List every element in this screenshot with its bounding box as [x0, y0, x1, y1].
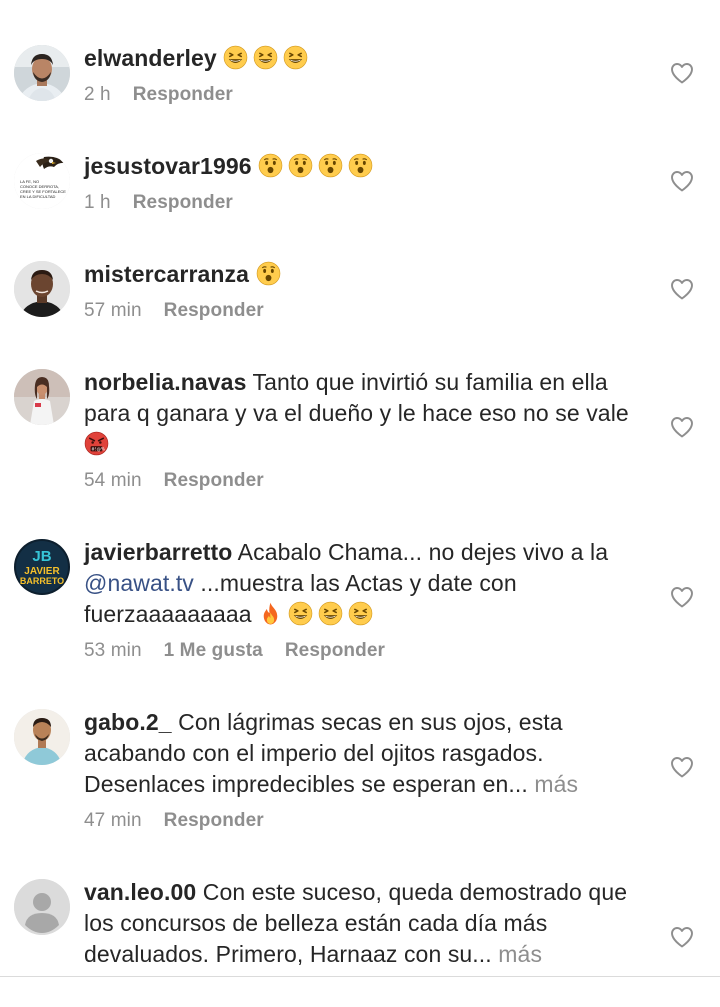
bottom-divider	[0, 976, 720, 977]
emoji-group: #!@%	[84, 431, 114, 457]
grinning-squint-face-icon	[253, 45, 278, 70]
like-heart-icon[interactable]	[670, 756, 694, 778]
hushed-face-icon	[348, 153, 373, 178]
reply-button[interactable]: Responder	[164, 809, 264, 833]
comment-body: norbelia.navas Tanto que invirtió su fam…	[84, 367, 652, 493]
comment-meta: 2 h Responder	[84, 83, 652, 107]
more-link[interactable]: más	[498, 941, 542, 967]
reply-button[interactable]: Responder	[133, 191, 233, 215]
comment-time[interactable]: 2 h	[84, 83, 111, 107]
comment-username[interactable]: mistercarranza	[84, 261, 249, 287]
more-link[interactable]: más	[534, 771, 578, 797]
likes-count[interactable]: 1 Me gusta	[164, 639, 263, 663]
avatar[interactable]	[14, 45, 70, 101]
emoji-group	[223, 45, 313, 71]
comment-text: javierbarretto Acabalo Chama... no dejes…	[84, 537, 652, 630]
comment-content: Acabalo Chama... no dejes vivo a la	[237, 539, 609, 565]
comment-time[interactable]: 1 h	[84, 191, 111, 215]
comment-username[interactable]: norbelia.navas	[84, 369, 246, 395]
avatar[interactable]	[14, 369, 70, 425]
svg-text:#!@%: #!@%	[91, 446, 105, 451]
hushed-face-icon	[288, 153, 313, 178]
comment-time[interactable]: 54 min	[84, 469, 142, 493]
comment-meta: 1 h Responder	[84, 191, 652, 215]
grinning-squint-face-icon	[288, 601, 313, 626]
avatar-text: EN LA DIFICULTAD	[20, 194, 56, 199]
reply-button[interactable]: Responder	[164, 299, 264, 323]
like-heart-icon[interactable]	[670, 926, 694, 948]
avatar[interactable]	[14, 879, 70, 935]
like-heart-icon[interactable]	[670, 586, 694, 608]
comment-time[interactable]: 57 min	[84, 299, 142, 323]
comment-body: elwanderley 2 h Responder	[84, 43, 652, 107]
reply-button[interactable]: Responder	[133, 83, 233, 107]
comment-text: van.leo.00 Con este suceso, queda demost…	[84, 877, 652, 970]
comment-meta: 54 min Responder	[84, 469, 652, 493]
cursing-face-icon: #!@%	[84, 431, 109, 456]
avatar[interactable]: JB JAVIER BARRETO	[14, 539, 70, 595]
comment-body: gabo.2_ Con lágrimas secas en sus ojos, …	[84, 707, 652, 833]
like-heart-icon[interactable]	[670, 170, 694, 192]
comment-meta: 57 min Responder	[84, 299, 652, 323]
comment-meta: 47 min Responder	[84, 809, 652, 833]
mention-link[interactable]: @nawat.tv	[84, 570, 194, 596]
comment-text: mistercarranza	[84, 259, 652, 290]
comment-meta: 53 min 1 Me gusta Responder	[84, 639, 652, 663]
like-heart-icon[interactable]	[670, 416, 694, 438]
comment-username[interactable]: jesustovar1996	[84, 153, 252, 179]
grinning-squint-face-icon	[348, 601, 373, 626]
avatar[interactable]: LA FE, NO CONOCE DERROTA, CREE Y SE FORT…	[14, 153, 70, 209]
reply-button[interactable]: Responder	[164, 469, 264, 493]
emoji-group	[258, 153, 378, 179]
avatar-text: BARRETO	[20, 576, 64, 586]
comment-text: jesustovar1996	[84, 151, 652, 182]
comment-text: elwanderley	[84, 43, 652, 74]
grinning-squint-face-icon	[283, 45, 308, 70]
comment-body: javierbarretto Acabalo Chama... no dejes…	[84, 537, 652, 663]
comment-time[interactable]: 53 min	[84, 639, 142, 663]
comment-body: mistercarranza 57 min Responder	[84, 259, 652, 323]
comment-username[interactable]: elwanderley	[84, 45, 217, 71]
comment-body: van.leo.00 Con este suceso, queda demost…	[84, 877, 652, 970]
avatar[interactable]	[14, 261, 70, 317]
reply-button[interactable]: Responder	[285, 639, 385, 663]
comment-username[interactable]: gabo.2_	[84, 709, 172, 735]
emoji-group	[256, 261, 286, 287]
hushed-face-icon	[258, 153, 283, 178]
avatar[interactable]	[14, 709, 70, 765]
emoji-group	[258, 601, 378, 627]
grinning-squint-face-icon	[223, 45, 248, 70]
avatar-text: JB	[32, 548, 51, 565]
like-heart-icon[interactable]	[670, 278, 694, 300]
hushed-face-icon	[256, 261, 281, 286]
like-heart-icon[interactable]	[670, 62, 694, 84]
comment-text: norbelia.navas Tanto que invirtió su fam…	[84, 367, 652, 460]
grinning-squint-face-icon	[318, 601, 343, 626]
fire-icon	[258, 601, 283, 626]
comment-username[interactable]: van.leo.00	[84, 879, 196, 905]
comment-username[interactable]: javierbarretto	[84, 539, 232, 565]
comment-text: gabo.2_ Con lágrimas secas en sus ojos, …	[84, 707, 652, 800]
hushed-face-icon	[318, 153, 343, 178]
comment-time[interactable]: 47 min	[84, 809, 142, 833]
comment-body: jesustovar1996 1 h Responder	[84, 151, 652, 215]
